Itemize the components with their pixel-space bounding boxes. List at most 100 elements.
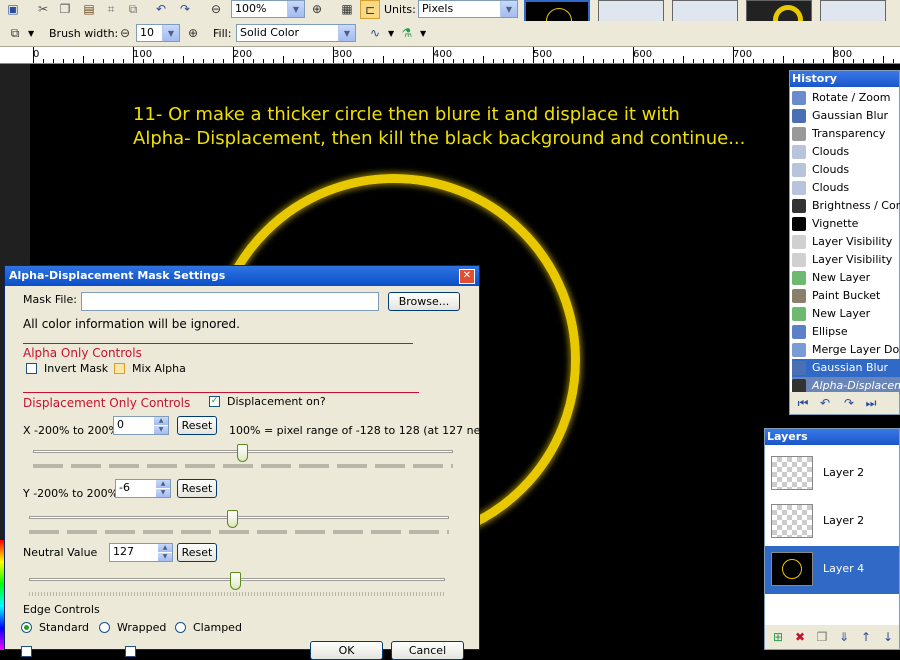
ruler-tick: [693, 59, 694, 63]
layer-row[interactable]: Layer 2: [765, 498, 899, 546]
history-item[interactable]: Gaussian Blur: [792, 359, 900, 377]
cancel-button[interactable]: Cancel: [391, 641, 464, 660]
shape-draw-icon[interactable]: ⧉: [6, 25, 24, 41]
history-item[interactable]: Brightness / Contrast: [792, 197, 900, 215]
copy-icon[interactable]: ❐: [56, 1, 74, 17]
ruler-tick: [703, 59, 704, 63]
displacement-on-checkbox[interactable]: ✓: [209, 396, 220, 407]
neutral-slider-thumb[interactable]: [230, 572, 241, 590]
chevron-down-icon[interactable]: ▼: [162, 25, 179, 41]
close-icon[interactable]: ✕: [459, 269, 475, 284]
edge-standard-radio[interactable]: [21, 622, 32, 633]
blend-mode-icon[interactable]: ⚗: [398, 25, 416, 41]
redo-icon[interactable]: ↷: [840, 395, 858, 411]
save-icon[interactable]: ▣: [4, 1, 22, 17]
history-item[interactable]: Ellipse: [792, 323, 900, 341]
grid-icon[interactable]: ▦: [338, 1, 356, 17]
chevron-down-icon[interactable]: ▼: [287, 1, 304, 17]
spin-up-icon[interactable]: ▲: [154, 417, 168, 425]
rewind-icon[interactable]: ⏮: [794, 395, 812, 411]
undo-icon[interactable]: ↶: [152, 1, 170, 17]
duplicate-layer-icon[interactable]: ❐: [813, 629, 831, 645]
edge-wrapped-radio[interactable]: [99, 622, 110, 633]
antialias-icon[interactable]: ∿: [366, 25, 384, 41]
option-checkbox[interactable]: [21, 646, 32, 657]
y-reset-button[interactable]: Reset: [177, 479, 217, 498]
history-item-label: Brightness / Contrast: [812, 199, 900, 212]
move-down-icon[interactable]: ↓: [879, 629, 897, 645]
paste-icon[interactable]: ▤: [80, 1, 98, 17]
paint-bucket-icon: [792, 289, 806, 303]
history-item[interactable]: Clouds: [792, 143, 900, 161]
history-item[interactable]: Gaussian Blur: [792, 107, 900, 125]
zoom-in-icon[interactable]: ⊕: [308, 1, 326, 17]
ruler-tick: [793, 59, 794, 63]
deselect-icon[interactable]: ⧉: [124, 1, 142, 17]
history-item[interactable]: Clouds: [792, 179, 900, 197]
slider-ticks: [29, 530, 449, 534]
zoom-out-icon[interactable]: ⊖: [207, 1, 225, 17]
brush-width-combo[interactable]: 10 ▼: [136, 24, 180, 42]
redo-icon[interactable]: ↷: [176, 1, 194, 17]
spin-down-icon[interactable]: ▼: [156, 489, 170, 497]
decrease-icon[interactable]: ⊖: [116, 25, 134, 41]
history-item[interactable]: Rotate / Zoom: [792, 89, 900, 107]
ruler-tick: [683, 56, 684, 63]
chevron-down-icon[interactable]: ▼: [338, 25, 355, 41]
merge-down-icon[interactable]: ⇓: [835, 629, 853, 645]
edge-clamped-radio[interactable]: [175, 622, 186, 633]
y-slider-track[interactable]: [29, 516, 449, 519]
y-slider-thumb[interactable]: [227, 510, 238, 528]
history-item[interactable]: Layer Visibility: [792, 251, 900, 269]
increase-icon[interactable]: ⊕: [184, 25, 202, 41]
mask-file-label: Mask File:: [23, 293, 77, 306]
option-checkbox[interactable]: [125, 646, 136, 657]
spin-up-icon[interactable]: ▲: [156, 480, 170, 488]
layer-row[interactable]: Layer 2: [765, 450, 899, 498]
cut-icon[interactable]: ✂: [34, 1, 52, 17]
ok-button[interactable]: OK: [310, 641, 383, 660]
neutral-reset-button[interactable]: Reset: [177, 543, 217, 562]
history-item[interactable]: New Layer: [792, 269, 900, 287]
zoom-combo[interactable]: 100% ▼: [231, 0, 305, 18]
layer-row-selected[interactable]: Layer 4: [765, 546, 899, 594]
delete-layer-icon[interactable]: ✖: [791, 629, 809, 645]
crop-icon[interactable]: ⌗: [102, 1, 120, 17]
ruler-tick: [383, 56, 384, 63]
chevron-down-icon[interactable]: ▼: [500, 1, 517, 17]
history-item[interactable]: Clouds: [792, 161, 900, 179]
chevron-down-icon[interactable]: ▼: [420, 29, 426, 38]
y-label: Y -200% to 200%: [23, 487, 119, 500]
invert-mask-checkbox[interactable]: [26, 363, 37, 374]
history-item[interactable]: Merge Layer Down: [792, 341, 900, 359]
spin-down-icon[interactable]: ▼: [158, 553, 172, 561]
history-title: History: [790, 71, 899, 87]
move-up-icon[interactable]: ↑: [857, 629, 875, 645]
fill-combo[interactable]: Solid Color ▼: [236, 24, 356, 42]
undo-icon[interactable]: ↶: [816, 395, 834, 411]
fast-forward-icon[interactable]: ⏭: [862, 395, 880, 411]
dialog-titlebar[interactable]: Alpha-Displacement Mask Settings ✕: [5, 266, 479, 286]
spin-down-icon[interactable]: ▼: [154, 426, 168, 434]
y-spinner[interactable]: -6 ▲ ▼: [115, 479, 171, 498]
x-spinner[interactable]: 0 ▲ ▼: [113, 416, 169, 435]
history-item[interactable]: New Layer: [792, 305, 900, 323]
history-item[interactable]: Layer Visibility: [792, 233, 900, 251]
neutral-spinner[interactable]: 127 ▲ ▼: [109, 543, 173, 562]
history-item[interactable]: Transparency: [792, 125, 900, 143]
history-item[interactable]: Vignette: [792, 215, 900, 233]
layer-thumbnail: [771, 552, 813, 586]
chevron-down-icon[interactable]: ▼: [28, 29, 34, 38]
rulers-icon[interactable]: ⊏: [360, 0, 380, 19]
mix-alpha-checkbox[interactable]: [114, 363, 125, 374]
browse-button[interactable]: Browse...: [388, 292, 460, 311]
history-item[interactable]: Paint Bucket: [792, 287, 900, 305]
add-layer-icon[interactable]: ⊞: [769, 629, 787, 645]
x-slider-thumb[interactable]: [237, 444, 248, 462]
mask-file-input[interactable]: [81, 292, 379, 311]
units-combo[interactable]: Pixels ▼: [418, 0, 518, 18]
x-reset-button[interactable]: Reset: [177, 416, 217, 435]
spin-up-icon[interactable]: ▲: [158, 544, 172, 552]
chevron-down-icon[interactable]: ▼: [388, 29, 394, 38]
history-item-label: Ellipse: [812, 325, 848, 338]
